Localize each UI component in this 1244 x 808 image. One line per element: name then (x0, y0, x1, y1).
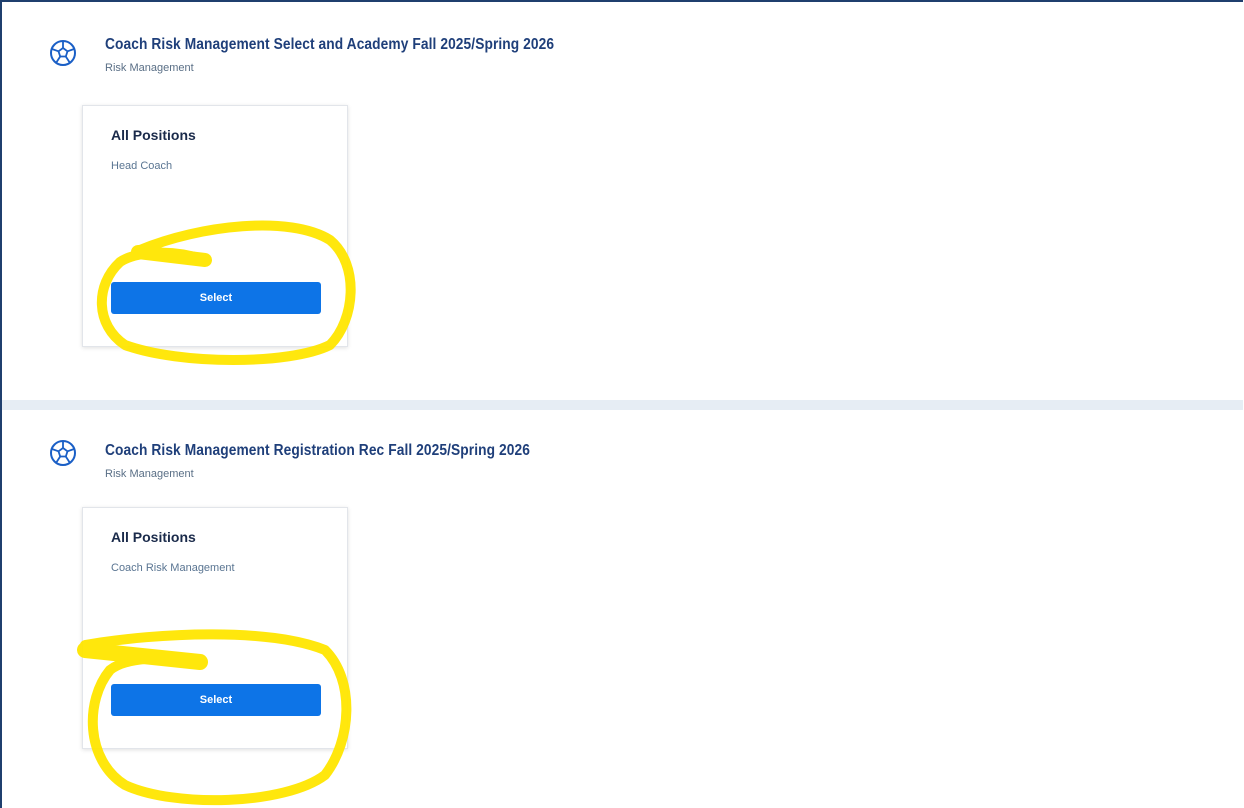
position-card: All Positions Coach Risk Management Sele… (82, 507, 348, 749)
program-subtitle: Risk Management (105, 62, 194, 74)
program-subtitle: Risk Management (105, 468, 194, 480)
program-section-2: Coach Risk Management Registration Rec F… (2, 410, 1243, 808)
program-section-1: Coach Risk Management Select and Academy… (2, 2, 1243, 400)
card-position-label: Coach Risk Management (111, 562, 235, 574)
select-button[interactable]: Select (111, 684, 321, 716)
card-title: All Positions (111, 529, 196, 545)
card-title: All Positions (111, 127, 196, 143)
soccer-ball-icon (50, 40, 76, 66)
section-divider (2, 400, 1243, 410)
card-position-label: Head Coach (111, 160, 173, 172)
program-title: Coach Risk Management Registration Rec F… (105, 442, 530, 459)
soccer-ball-icon (50, 440, 76, 466)
position-card: All Positions Head Coach Select (82, 105, 348, 347)
program-title: Coach Risk Management Select and Academy… (105, 36, 555, 53)
select-button[interactable]: Select (111, 282, 321, 314)
